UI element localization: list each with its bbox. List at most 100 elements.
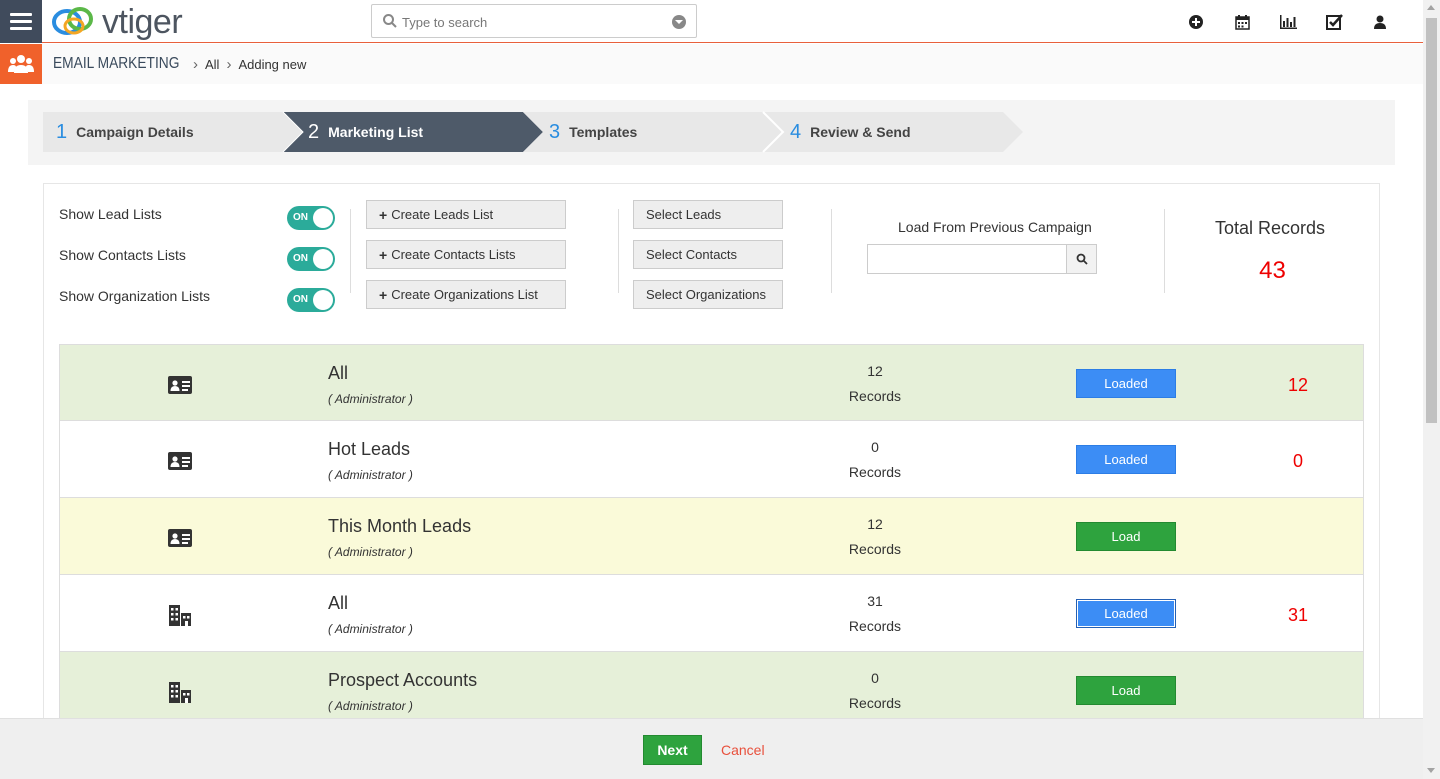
- vtiger-logo[interactable]: vtiger: [50, 2, 210, 41]
- wizard-step-shapes: [43, 111, 1023, 153]
- user-profile-icon[interactable]: [1357, 12, 1403, 32]
- list-owner: ( Administrator ): [328, 699, 413, 713]
- email-marketing-module-icon[interactable]: [0, 44, 42, 84]
- search-placeholder: Type to search: [402, 15, 488, 30]
- step-number: 2: [308, 120, 320, 143]
- top-header: vtiger Type to search: [0, 0, 1423, 43]
- list-name: All: [328, 593, 349, 613]
- list-row: All ( Administrator ) 31 Records Loaded …: [59, 575, 1364, 652]
- list-name: All: [328, 363, 349, 383]
- create-leads-list-button[interactable]: + Create Leads List: [366, 200, 566, 229]
- search-icon: [383, 14, 397, 28]
- loaded-count: 12: [1287, 375, 1309, 395]
- next-button[interactable]: Next: [643, 735, 702, 765]
- show-lead-lists-toggle[interactable]: ON: [287, 206, 335, 230]
- select-leads-button[interactable]: Select Leads: [633, 200, 783, 229]
- list-owner: ( Administrator ): [328, 545, 413, 559]
- loaded-count: 31: [1287, 605, 1309, 625]
- step-label: Review & Send: [810, 124, 911, 140]
- breadcrumb: EMAIL MARKETING › All › Adding new: [53, 55, 306, 73]
- quick-create-icon[interactable]: [1173, 12, 1219, 32]
- show-contacts-lists-toggle[interactable]: ON: [287, 247, 335, 271]
- cancel-link[interactable]: Cancel: [721, 742, 765, 758]
- scroll-up-arrow-icon[interactable]: [1427, 5, 1435, 10]
- toggle-state: ON: [293, 212, 308, 223]
- list-owner: ( Administrator ): [328, 468, 413, 482]
- hamburger-menu-icon[interactable]: [0, 0, 42, 43]
- breadcrumb-module[interactable]: EMAIL MARKETING: [53, 55, 179, 73]
- records-label: Records: [848, 388, 902, 404]
- step-number: 3: [549, 120, 561, 143]
- divider: [350, 209, 351, 293]
- lead-card-icon: [168, 529, 192, 547]
- tasks-checkbox-icon[interactable]: [1311, 12, 1357, 32]
- show-organization-lists-toggle[interactable]: ON: [287, 288, 335, 312]
- create-contacts-lists-button[interactable]: + Create Contacts Lists: [366, 240, 566, 269]
- search-dropdown-icon[interactable]: [672, 15, 686, 29]
- loaded-button[interactable]: Loaded: [1076, 369, 1176, 398]
- record-count: 31: [867, 593, 883, 609]
- step-label: Campaign Details: [76, 124, 194, 140]
- logo-text: vtiger: [102, 3, 183, 41]
- scroll-down-arrow-icon[interactable]: [1427, 768, 1435, 773]
- loaded-button[interactable]: Loaded: [1076, 599, 1176, 628]
- list-row: Hot Leads ( Administrator ) 0 Records Lo…: [59, 421, 1364, 498]
- lead-card-icon: [168, 452, 192, 470]
- toggle-state: ON: [293, 294, 308, 305]
- step-templates[interactable]: 3 Templates: [549, 112, 637, 152]
- step-number: 4: [790, 120, 802, 143]
- record-count: 0: [871, 670, 879, 686]
- breadcrumb-chevron-icon: ›: [226, 55, 232, 73]
- breadcrumb-bar: EMAIL MARKETING › All › Adding new: [0, 44, 1423, 84]
- records-label: Records: [848, 618, 902, 634]
- divider: [618, 209, 619, 293]
- organization-building-icon: [169, 682, 191, 703]
- select-contacts-button[interactable]: Select Contacts: [633, 240, 783, 269]
- list-name: Prospect Accounts: [328, 670, 478, 690]
- toggle-state: ON: [293, 253, 308, 264]
- loaded-count: 0: [1292, 451, 1303, 471]
- lead-card-icon: [168, 376, 192, 394]
- load-button[interactable]: Load: [1076, 522, 1176, 551]
- reports-chart-icon[interactable]: [1265, 12, 1311, 32]
- load-button[interactable]: Load: [1076, 676, 1176, 705]
- previous-campaign-input[interactable]: [867, 244, 1067, 274]
- record-count: 12: [867, 516, 883, 532]
- toggle-label-organizations: Show Organization Lists: [59, 288, 210, 304]
- record-count: 0: [871, 439, 879, 455]
- list-name: Hot Leads: [328, 439, 411, 459]
- breadcrumb-chevron-icon: ›: [192, 55, 198, 73]
- wizard-steps: 1 Campaign Details 2 Marketing List 3 Te…: [28, 100, 1395, 165]
- total-records-label: Total Records: [1215, 218, 1326, 238]
- calendar-icon[interactable]: [1219, 12, 1265, 32]
- scrollbar-thumb[interactable]: [1426, 18, 1437, 423]
- loaded-button[interactable]: Loaded: [1076, 445, 1176, 474]
- step-number: 1: [56, 120, 68, 143]
- divider: [831, 209, 832, 293]
- toggle-label-leads: Show Lead Lists: [59, 206, 162, 222]
- load-previous-campaign-label: Load From Previous Campaign: [898, 219, 1092, 235]
- list-owner: ( Administrator ): [328, 392, 413, 406]
- total-records-value: 43: [1259, 257, 1286, 284]
- wizard-footer: Next Cancel: [0, 718, 1423, 779]
- step-marketing-list[interactable]: 2 Marketing List: [308, 112, 423, 152]
- toggle-label-contacts: Show Contacts Lists: [59, 247, 186, 263]
- records-label: Records: [848, 464, 902, 480]
- button-label: Create Contacts Lists: [391, 247, 516, 262]
- step-campaign-details[interactable]: 1 Campaign Details: [56, 112, 194, 152]
- step-review-send[interactable]: 4 Review & Send: [790, 112, 911, 152]
- create-organizations-list-button[interactable]: + Create Organizations List: [366, 280, 566, 309]
- step-label: Marketing List: [328, 124, 424, 140]
- button-label: Create Organizations List: [391, 287, 538, 302]
- breadcrumb-filter[interactable]: All: [205, 57, 219, 72]
- marketing-lists-table: All ( Administrator ) 12 Records Loaded …: [59, 344, 1364, 729]
- list-row: This Month Leads ( Administrator ) 12 Re…: [59, 498, 1364, 575]
- previous-campaign-search-button[interactable]: [1066, 244, 1097, 274]
- search-icon: [1076, 253, 1088, 265]
- list-owner: ( Administrator ): [328, 622, 413, 636]
- records-label: Records: [848, 541, 902, 557]
- step-label: Templates: [569, 124, 638, 140]
- global-search-input[interactable]: Type to search: [371, 4, 697, 38]
- record-count: 12: [867, 363, 883, 379]
- select-organizations-button[interactable]: Select Organizations: [633, 280, 783, 309]
